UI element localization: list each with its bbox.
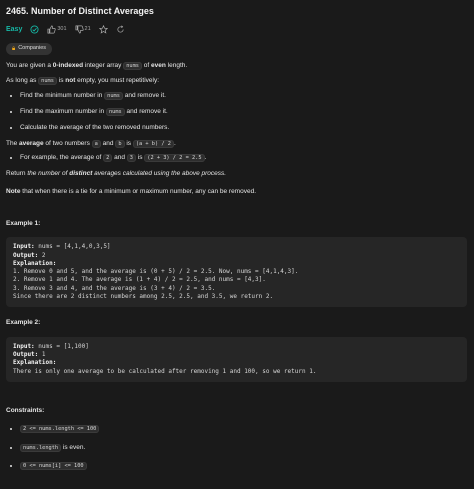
constraints-list: 2 <= nums.length <= 100 nums.length is e… — [6, 424, 467, 471]
inline-code: 0 <= nums[i] <= 100 — [20, 462, 87, 471]
steps-list: Find the minimum number in nums and remo… — [6, 92, 467, 132]
list-item: Find the maximum number in nums and remo… — [20, 107, 467, 117]
bold-text: average — [19, 139, 44, 147]
text: and — [100, 139, 116, 147]
text: is — [124, 139, 133, 147]
example-2-heading: Example 2: — [6, 319, 41, 327]
solved-check-icon — [30, 25, 39, 34]
example-1-heading: Example 1: — [6, 219, 41, 227]
italic-text: the number of — [27, 170, 70, 178]
inline-code: nums — [104, 92, 123, 101]
output-label: Output: — [13, 351, 39, 359]
list-item: Find the minimum number in nums and remo… — [20, 92, 467, 101]
solved-check-icon-svg — [30, 25, 39, 34]
text: Find the maximum number in — [20, 107, 106, 115]
problem-meta-row: Easy 301 21 — [6, 25, 467, 35]
share-button[interactable] — [116, 25, 125, 34]
description-paragraph-5: Note that when there is a tie for a mini… — [6, 188, 467, 197]
bold-italic-text: distinct — [69, 170, 93, 178]
input-label: Input: — [13, 243, 35, 251]
explanation-line: Since there are 2 distinct numbers among… — [13, 292, 274, 300]
constraints-heading: Constraints: — [6, 407, 45, 415]
text: and — [112, 154, 127, 162]
description-paragraph-1: You are given a 0-indexed integer array … — [6, 61, 467, 71]
inline-code: nums — [105, 107, 125, 116]
average-example-list: For example, the average of 2 and 3 is (… — [6, 154, 467, 163]
list-item: For example, the average of 2 and 3 is (… — [20, 154, 467, 163]
explanation-label: Explanation: — [13, 359, 57, 367]
output-value: 2 — [38, 251, 46, 259]
inline-code: 2 <= nums.length <= 100 — [20, 424, 100, 433]
description-paragraph-2: As long as nums is not empty, you must r… — [6, 77, 467, 86]
text: . — [204, 154, 207, 162]
text: is — [56, 77, 66, 85]
italic-text: averages calculated using the above proc… — [92, 170, 227, 178]
explanation-label: Explanation: — [13, 259, 57, 267]
text: empty, you must repetitively: — [75, 77, 160, 85]
text: Return — [6, 170, 28, 178]
bold-text: 0-indexed — [52, 61, 84, 69]
companies-tag[interactable]: 🔒︎ Companies — [6, 42, 53, 55]
dislike-button[interactable]: 21 — [75, 25, 91, 34]
text: is even. — [61, 443, 86, 451]
text: As long as — [6, 77, 39, 85]
favorite-star-button[interactable] — [98, 25, 108, 35]
description-paragraph-4: Return the number of distinct averages c… — [6, 170, 467, 179]
text: and remove it. — [124, 107, 168, 115]
bold-text: Note — [6, 187, 21, 195]
inline-code: a — [91, 139, 101, 148]
text: length. — [165, 61, 188, 69]
inline-code: 3 — [126, 154, 136, 163]
thumbs-up-icon — [47, 25, 56, 34]
input-label: Input: — [13, 342, 35, 350]
text: You are given a — [6, 61, 53, 69]
explanation-line: 1. Remove 0 and 5, and the average is (0… — [13, 268, 299, 276]
list-item: nums.length is even. — [20, 443, 467, 453]
problem-panel: 2465. Number of Distinct Averages Easy 3… — [0, 0, 474, 471]
text: . — [173, 139, 176, 147]
inline-code: nums — [38, 77, 57, 86]
problem-title: 2465. Number of Distinct Averages — [6, 6, 154, 16]
share-icon — [117, 25, 124, 33]
inline-code: (a + b) / 2 — [132, 139, 174, 148]
like-count: 301 — [57, 26, 67, 33]
difficulty-badge: Easy — [6, 26, 23, 34]
explanation-line: 2. Remove 1 and 4. The average is (1 + 4… — [13, 276, 266, 284]
text: and remove it. — [122, 92, 166, 100]
description-paragraph-3: The average of two numbers a and b is (a… — [6, 139, 467, 149]
inline-code: (2 + 3) / 2 = 2.5 — [144, 154, 205, 163]
inline-code: b — [115, 139, 125, 148]
text: The — [6, 139, 20, 147]
like-button[interactable]: 301 — [47, 25, 67, 34]
bold-text: not — [65, 77, 76, 85]
lock-icon: 🔒︎ — [12, 45, 16, 52]
text: integer array — [83, 61, 124, 69]
text: Calculate the average of the two removed… — [20, 123, 170, 131]
text: of two numbers — [43, 139, 92, 147]
text: For example, the average of — [20, 154, 104, 162]
example-2-block: Input: nums = [1,100] Output: 1 Explanat… — [6, 336, 467, 383]
explanation-line: 3. Remove 3 and 4, and the average is (3… — [13, 284, 216, 292]
text: of — [141, 61, 152, 69]
list-item: 0 <= nums[i] <= 100 — [20, 462, 467, 471]
example-1-block: Input: nums = [4,1,4,0,3,5] Output: 2 Ex… — [6, 237, 467, 308]
text: Find the minimum number in — [20, 92, 105, 100]
companies-tag-label: Companies — [18, 44, 47, 51]
dislike-count: 21 — [84, 26, 91, 33]
output-value: 1 — [38, 351, 46, 359]
input-value: nums = [4,1,4,0,3,5] — [34, 243, 111, 251]
thumbs-down-icon — [75, 25, 84, 34]
inline-code: nums — [123, 61, 142, 70]
list-item: Calculate the average of the two removed… — [20, 124, 467, 133]
bold-text: even — [151, 61, 166, 69]
inline-code: nums.length — [20, 443, 62, 452]
input-value: nums = [1,100] — [34, 342, 89, 350]
text: that when there is a tie for a minimum o… — [20, 187, 256, 195]
star-icon — [98, 25, 108, 35]
inline-code: 2 — [103, 154, 113, 163]
explanation-line: There is only one average to be calculat… — [13, 367, 317, 375]
output-label: Output: — [13, 251, 39, 259]
list-item: 2 <= nums.length <= 100 — [20, 424, 467, 434]
